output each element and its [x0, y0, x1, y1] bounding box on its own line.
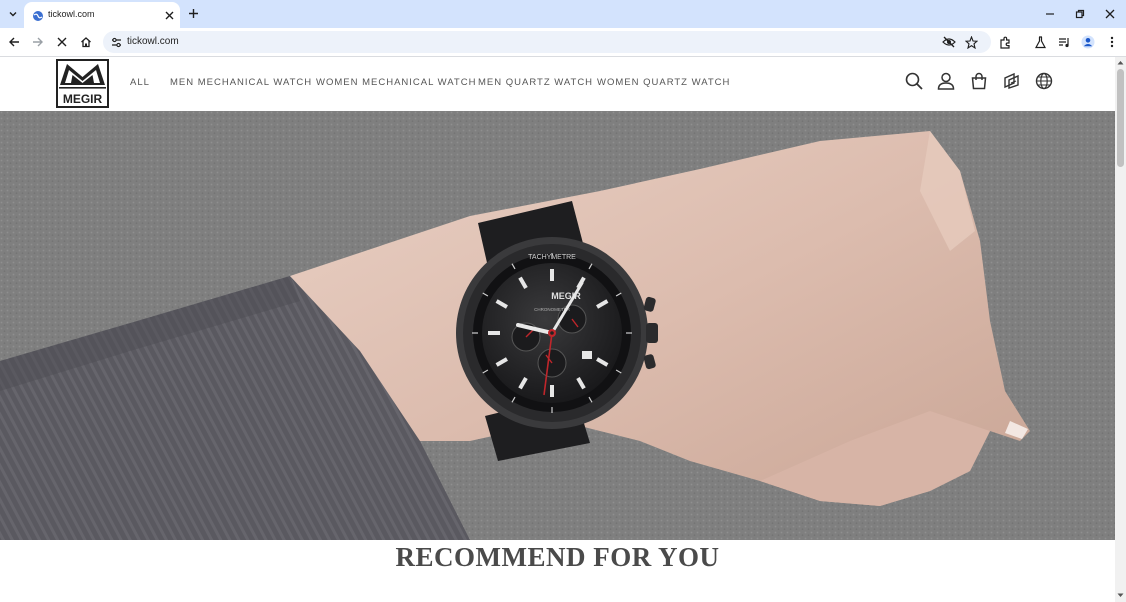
url-text: tickowl.com: [127, 36, 179, 47]
language-icon[interactable]: [1034, 71, 1054, 91]
home-icon[interactable]: [77, 33, 95, 51]
orders-icon[interactable]: [1001, 71, 1021, 91]
nav-item-women-quartz[interactable]: WOMEN QUARTZ WATCH: [597, 77, 730, 88]
page-scrollbar[interactable]: [1115, 57, 1126, 602]
account-icon[interactable]: [936, 71, 956, 91]
media-control-icon[interactable]: [1055, 33, 1073, 51]
hero-watch-image: TACHYMETRE MEGIR CHRONOMETER: [0, 111, 1115, 540]
tab-title: tickowl.com: [48, 9, 95, 19]
site-header: MEGIR ALL MEN MECHANICAL WATCH WOMEN MEC…: [0, 57, 1115, 111]
plus-icon[interactable]: [186, 6, 200, 20]
svg-text:TACHYMETRE: TACHYMETRE: [528, 254, 576, 261]
puzzle-icon[interactable]: [996, 33, 1014, 51]
back-arrow-icon[interactable]: [5, 33, 23, 51]
hero-banner[interactable]: TACHYMETRE MEGIR CHRONOMETER: [0, 111, 1115, 540]
forward-arrow-icon[interactable]: [29, 33, 47, 51]
scroll-up-arrow-icon[interactable]: [1117, 59, 1124, 66]
nav-item-women-mechanical[interactable]: WOMEN MECHANICAL WATCH: [316, 77, 476, 88]
browser-tab[interactable]: tickowl.com: [24, 2, 180, 28]
globe-favicon-icon: [32, 9, 44, 21]
logo-text: MEGIR: [63, 92, 103, 106]
nav-item-men-mechanical[interactable]: MEN MECHANICAL WATCH: [170, 77, 312, 88]
chevron-down-icon[interactable]: [4, 5, 22, 23]
nav-item-all[interactable]: ALL: [130, 77, 150, 88]
scroll-down-arrow-icon[interactable]: [1117, 592, 1124, 599]
close-window-icon[interactable]: [1101, 5, 1119, 23]
megir-logo[interactable]: MEGIR: [56, 59, 109, 108]
star-icon[interactable]: [963, 34, 979, 50]
minimize-icon[interactable]: [1041, 5, 1059, 23]
scrollbar-thumb[interactable]: [1117, 69, 1124, 167]
kebab-menu-icon[interactable]: [1103, 33, 1121, 51]
nav-item-men-quartz[interactable]: MEN QUARTZ WATCH: [478, 77, 593, 88]
recommend-section-title: RECOMMEND FOR YOU: [395, 542, 720, 572]
close-icon[interactable]: [162, 8, 176, 22]
profile-avatar-icon[interactable]: [1079, 33, 1097, 51]
browser-toolbar: tickowl.com: [0, 28, 1126, 56]
web-page: MEGIR ALL MEN MECHANICAL WATCH WOMEN MEC…: [0, 57, 1115, 602]
flask-icon[interactable]: [1031, 33, 1049, 51]
browser-tab-strip: tickowl.com: [0, 0, 1126, 28]
cart-icon[interactable]: [969, 71, 989, 91]
eye-off-icon[interactable]: [941, 34, 957, 50]
stop-loading-icon[interactable]: [53, 33, 71, 51]
restore-icon[interactable]: [1071, 5, 1089, 23]
search-icon[interactable]: [904, 71, 924, 91]
address-bar[interactable]: tickowl.com: [103, 31, 991, 53]
tune-icon[interactable]: [109, 34, 123, 50]
